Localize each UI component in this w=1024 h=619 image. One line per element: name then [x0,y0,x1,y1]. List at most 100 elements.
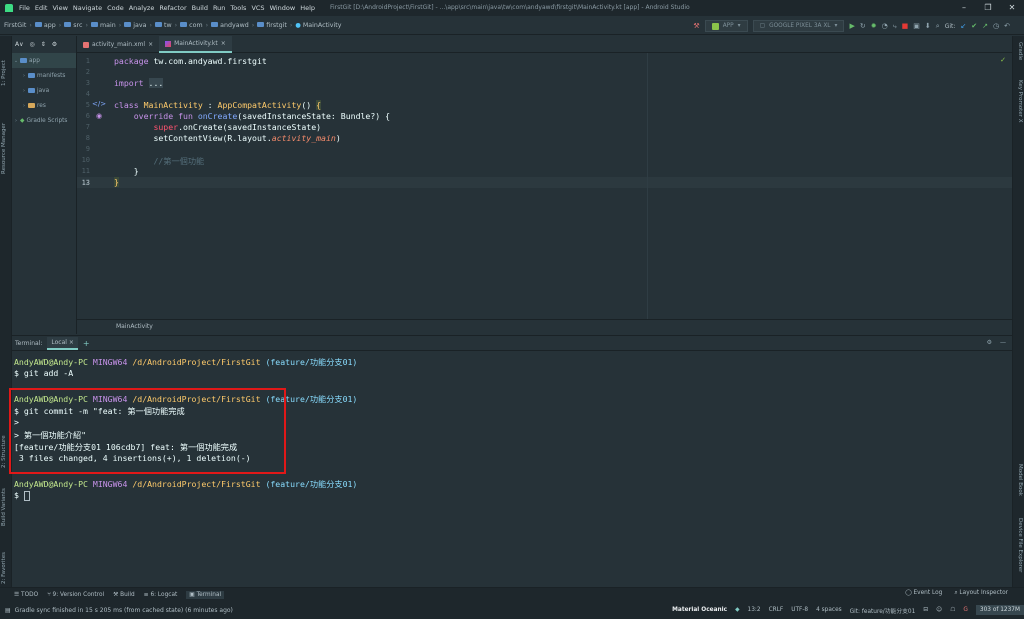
file-encoding[interactable]: UTF-8 [791,607,808,613]
menu-help[interactable]: Help [300,4,315,12]
crumb-main[interactable]: main [91,22,116,29]
caret-position[interactable]: 13:2 [748,607,761,613]
git-commit-icon[interactable]: ✔ [971,22,977,30]
tab-mainactivity-kt[interactable]: MainActivity.kt × [159,36,232,53]
crumb-firstgit[interactable]: firstgit [257,22,287,29]
terminal-input-line[interactable]: $ [14,490,30,501]
build-variants-tab[interactable]: Build Variants [1,488,7,526]
layout-link-icon[interactable]: </> [92,100,106,108]
menu-analyze[interactable]: Analyze [129,4,155,12]
smiley-icon[interactable]: ☺ [936,607,942,613]
editor-breadcrumb[interactable]: MainActivity [77,319,1012,334]
menu-refactor[interactable]: Refactor [159,4,186,12]
lock-icon[interactable]: ⊟ [923,607,928,613]
tree-item-res[interactable]: › res [12,98,76,113]
tree-item-gradle-scripts[interactable]: › ◆ Gradle Scripts [12,113,76,128]
new-terminal-button[interactable]: + [83,339,90,348]
tree-item-app[interactable]: ⌄ app [12,53,76,68]
rollback-icon[interactable]: ↶ [1004,22,1010,30]
favorites-tab[interactable]: 2: Favorites [1,552,7,584]
tool-tab-terminal[interactable]: ▣ Terminal [186,590,225,599]
settings-icon[interactable]: ⚙ [52,41,57,48]
vcs-branch[interactable]: Git: feature/功能分支01 [850,606,916,615]
debug-icon[interactable]: ✹ [871,22,877,30]
code-line-12: } [133,166,139,176]
crumb-src[interactable]: src [64,22,82,29]
status-icon[interactable]: ▤ [5,607,11,614]
profile-icon[interactable]: ◔ [882,22,888,30]
menu-code[interactable]: Code [107,4,124,12]
model-book-tab[interactable]: Model Book [1017,464,1023,496]
menu-view[interactable]: View [52,4,67,12]
menu-edit[interactable]: Edit [35,4,48,12]
settings-icon[interactable]: ⚙ [987,339,992,346]
tool-tab-event-log[interactable]: ◯ Event Log [905,590,942,597]
menu-tools[interactable]: Tools [230,4,246,12]
crumb-app[interactable]: app [34,22,56,29]
crumb-mainactivity[interactable]: ● MainActivity [295,22,341,29]
tree-item-java[interactable]: › java [12,83,76,98]
close-window-icon[interactable]: ✕ [1000,0,1024,16]
device-file-explorer-tab[interactable]: Device File Explorer [1017,518,1023,572]
menu-run[interactable]: Run [213,4,225,12]
menu-window[interactable]: Window [270,4,296,12]
tool-tab-layout-inspector[interactable]: ⌕ Layout Inspector [954,590,1008,597]
run-icon[interactable]: ▶ [849,22,854,30]
tool-tab-build[interactable]: ⚒ Build [113,592,135,598]
key-promoter-tab[interactable]: Key Promoter X [1017,80,1023,123]
override-marker-icon[interactable]: ◉ [96,112,102,120]
terminal-tab-local[interactable]: Local × [47,336,78,350]
apply-changes-icon[interactable]: ↻ [860,22,866,30]
tool-tab-todo[interactable]: ☰ TODO [14,592,38,598]
crumb-tw[interactable]: tw [155,22,172,29]
hammer-icon[interactable]: ⚒ [693,22,699,30]
target-icon[interactable]: ◎ [30,41,35,48]
attach-debugger-icon[interactable]: ⤷ [893,22,897,31]
project-view-select[interactable]: A∨ [15,41,24,48]
indent-setting[interactable]: 4 spaces [816,607,842,613]
close-tab-icon[interactable]: × [221,40,226,47]
crumb-project[interactable]: FirstGit [4,22,26,29]
menu-vcs[interactable]: VCS [251,4,264,12]
tab-activity-main-xml[interactable]: activity_main.xml × [77,36,159,53]
device-select[interactable]: ▢ GOOGLE PIXEL 3A XL ▾ [752,20,845,32]
menu-navigate[interactable]: Navigate [73,4,102,12]
crumb-andyawd[interactable]: andyawd [211,22,249,29]
crumb-com[interactable]: com [180,22,203,29]
hide-panel-icon[interactable]: — [1000,339,1006,346]
folder-icon [211,22,219,27]
line-separator[interactable]: CRLF [769,607,784,613]
tool-tab-version-control[interactable]: ⑂ 9: Version Control [47,592,104,598]
menu-build[interactable]: Build [192,4,208,12]
git-update-icon[interactable]: ↙ [960,22,966,30]
gradle-tab[interactable]: Gradle [1017,42,1023,60]
project-tool-tab[interactable]: 1: Project [1,60,7,86]
crumb-java[interactable]: java [124,22,146,29]
inspection-ok-icon[interactable]: ✓ [1000,56,1006,64]
history-icon[interactable]: ◷ [993,22,999,30]
search-icon[interactable]: ⌕ [936,22,940,31]
notification-icon[interactable]: ☖ [950,607,955,613]
memory-indicator[interactable]: 303 of 1237M [975,605,1024,615]
tree-item-manifests[interactable]: › manifests [12,68,76,83]
menu-file[interactable]: File [19,4,30,12]
avd-manager-icon[interactable]: ▣ [913,22,920,30]
tool-tab-logcat[interactable]: ≡ 6: Logcat [144,592,178,598]
bottom-tool-bar: ☰ TODO ⑂ 9: Version Control ⚒ Build ≡ 6:… [0,587,1024,601]
stop-icon[interactable]: ■ [902,22,909,30]
structure-tab[interactable]: 2: Structure [1,435,7,468]
status-message[interactable]: Gradle sync finished in 15 s 205 ms (fro… [15,607,233,614]
theme-indicator[interactable]: Material Oceanic [672,607,727,613]
resource-manager-tab[interactable]: Resource Manager [1,123,7,174]
close-tab-icon[interactable]: × [148,41,153,48]
google-icon[interactable]: G [963,607,968,613]
run-config-select[interactable]: APP ▾ [704,20,748,32]
git-push-icon[interactable]: ↗ [982,22,988,30]
close-tab-icon[interactable]: × [69,339,74,346]
sdk-manager-icon[interactable]: ⬇ [925,22,931,30]
minimize-icon[interactable]: – [952,0,976,16]
code-editor[interactable]: 1 2 3 4 5 6 7 8 9 10 11 12 13 </> ◉ pack… [77,53,1012,319]
maximize-icon[interactable]: ❐ [976,0,1000,16]
collapse-icon[interactable]: ⇕ [41,41,46,48]
terminal-prompt-line: AndyAWD@Andy-PC MINGW64 /d/AndroidProjec… [14,479,358,489]
